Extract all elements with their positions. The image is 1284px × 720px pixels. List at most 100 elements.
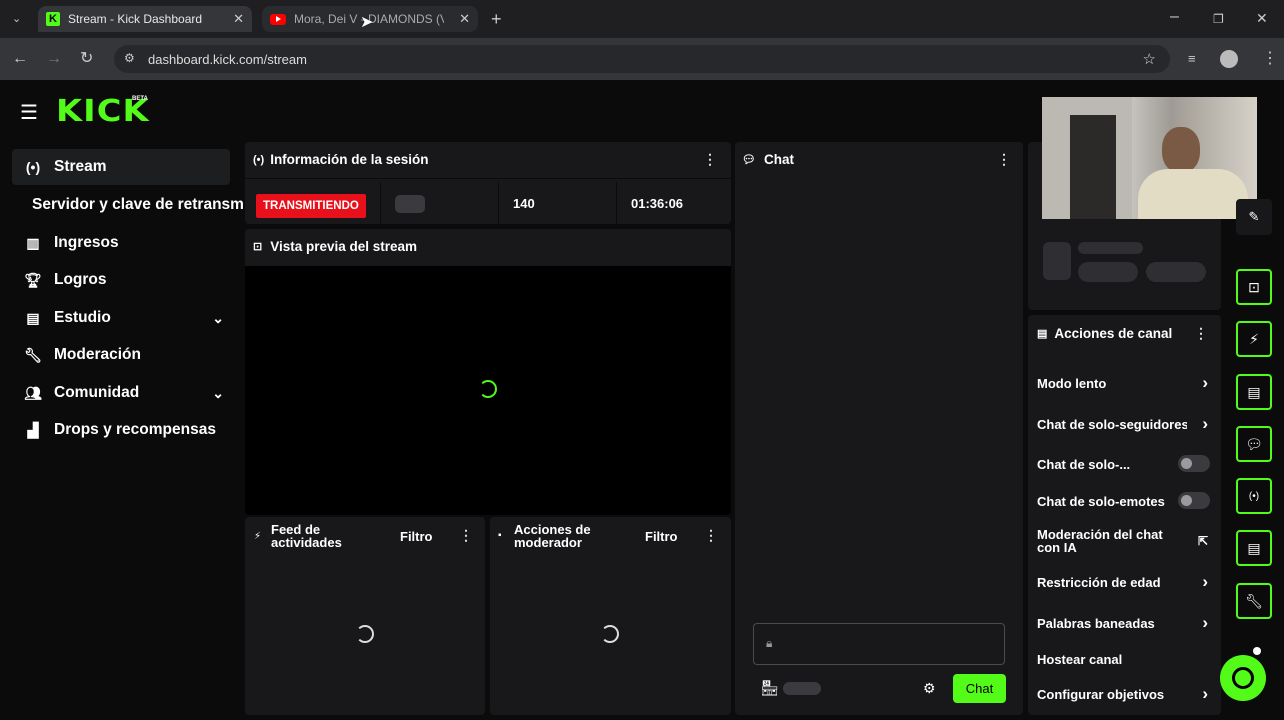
stream-video-area[interactable]: [245, 266, 731, 515]
panel-menu-icon[interactable]: ⋮: [997, 151, 1011, 168]
action-label: Chat de solo-emotes: [1037, 493, 1165, 509]
rail-broadcast-button[interactable]: (•): [1236, 478, 1272, 514]
action-age-restriction[interactable]: Restricción de edad ›: [1037, 572, 1212, 591]
media-control-icon[interactable]: ≡: [1188, 51, 1196, 67]
channel-actions-icon: ▤: [1037, 328, 1048, 340]
sidebar-item-moderacion[interactable]: 🔧︎ Moderación: [12, 337, 230, 373]
chat-panel: 💬︎ Chat ⋮ 🔒︎ 🏪︎ ⚙ Chat: [735, 142, 1023, 715]
panel-title: Chat: [763, 152, 794, 167]
sidebar-item-logros[interactable]: 🏆︎ Logros: [12, 262, 230, 298]
profile-avatar[interactable]: [1220, 50, 1238, 68]
rail-notes-button[interactable]: ▤: [1236, 374, 1272, 410]
rail-moderation-button[interactable]: 🔧︎: [1236, 583, 1272, 619]
action-banned-words[interactable]: Palabras baneadas ›: [1037, 613, 1212, 632]
mod-shield-icon: ▪: [498, 530, 502, 541]
tab-search-icon[interactable]: ⌄: [12, 11, 21, 27]
action-followers-only[interactable]: Chat de solo-seguidores ›: [1037, 414, 1212, 433]
chevron-right-icon: ›: [1202, 373, 1208, 392]
sidebar-item-comunidad[interactable]: 👥︎ Comunidad ⌄: [12, 375, 230, 411]
filter-button[interactable]: Filtro: [645, 529, 678, 544]
subscribers-only-toggle[interactable]: [1178, 455, 1210, 472]
lightning-icon: ⚡︎: [254, 531, 262, 542]
divider: [380, 182, 381, 224]
bookmark-star-icon[interactable]: ☆: [1143, 50, 1156, 68]
rail-activity-button[interactable]: ⚡︎: [1236, 321, 1272, 357]
webcam-door: [1070, 115, 1116, 219]
sidebar-item-ingresos[interactable]: ▥ Ingresos: [12, 225, 230, 261]
points-placeholder: [783, 682, 821, 695]
notification-dot: [1253, 647, 1261, 655]
filter-button[interactable]: Filtro: [400, 529, 433, 544]
divider: [498, 182, 499, 224]
action-label: Chat de solo-...: [1037, 456, 1131, 472]
site-settings-icon[interactable]: ⚙: [124, 51, 135, 65]
url-text: dashboard.kick.com/stream: [148, 51, 307, 67]
action-label: Configurar objetivos: [1037, 686, 1165, 702]
sidebar-item-label: Estudio: [54, 309, 111, 326]
chat-settings-gear-icon[interactable]: ⚙: [923, 680, 936, 697]
chat-bubble-icon: 💬︎: [1245, 435, 1263, 452]
edit-pencil-icon[interactable]: ✎: [1236, 199, 1272, 235]
action-slow-mode[interactable]: Modo lento ›: [1037, 373, 1212, 392]
panel-menu-icon[interactable]: ⋮: [459, 527, 473, 544]
chevron-down-icon: ⌄: [212, 384, 224, 401]
skeleton: [1043, 242, 1071, 280]
close-window-icon[interactable]: ✕: [1256, 10, 1268, 26]
wrench-icon: 🔧︎: [1245, 592, 1263, 609]
lightning-icon: ⚡︎: [1249, 330, 1259, 347]
chat-bubble-icon: 💬︎: [742, 154, 756, 166]
lock-icon: 🔒︎: [766, 636, 773, 650]
rail-chat-button[interactable]: 💬︎: [1236, 426, 1272, 462]
tab-kick-dashboard[interactable]: K Stream - Kick Dashboard ✕: [38, 6, 252, 32]
action-label: Moderación del chat con IA: [1037, 527, 1163, 555]
forward-icon[interactable]: →: [46, 51, 62, 67]
sidebar-item-label: Logros: [54, 271, 107, 288]
hamburger-menu-icon[interactable]: ☰: [20, 100, 38, 125]
support-chat-button[interactable]: [1220, 655, 1266, 701]
broadcast-icon: (•): [1248, 490, 1260, 502]
panel-menu-icon[interactable]: ⋮: [703, 151, 717, 168]
sidebar-item-stream[interactable]: (•) Stream: [12, 149, 230, 185]
maximize-icon[interactable]: ❐: [1213, 11, 1224, 27]
emotes-only-toggle[interactable]: [1178, 492, 1210, 509]
action-set-goals[interactable]: Configurar objetivos ›: [1037, 684, 1212, 703]
chevron-right-icon: ›: [1202, 613, 1208, 632]
browser-menu-icon[interactable]: ⋮: [1262, 51, 1278, 67]
rail-preview-button[interactable]: ⊡: [1236, 269, 1272, 305]
sidebar-item-drops[interactable]: ▟ Drops y recompensas: [12, 412, 230, 448]
action-ai-moderation[interactable]: Moderación del chat con IA ⇱: [1037, 527, 1212, 555]
skeleton: [1078, 242, 1143, 254]
action-host-channel[interactable]: Hostear canal: [1037, 650, 1212, 668]
activity-feed-title: Feed de actividades: [271, 522, 342, 550]
sidebar-item-label: Servidor y clave de retransm: [32, 196, 244, 213]
trophy-icon: 🏆︎: [24, 271, 42, 288]
sidebar-item-label: Ingresos: [54, 234, 119, 251]
new-tab-icon[interactable]: +: [491, 10, 502, 28]
chevron-right-icon: ›: [1202, 684, 1208, 703]
action-label: Modo lento: [1037, 375, 1107, 391]
reload-icon[interactable]: ↻: [80, 51, 93, 67]
send-chat-button[interactable]: Chat: [953, 674, 1006, 703]
sidebar-item-label: Drops y recompensas: [54, 421, 216, 438]
url-bar[interactable]: ⚙ dashboard.kick.com/stream ☆: [114, 45, 1170, 73]
action-label: Chat de solo-seguidores: [1037, 416, 1187, 432]
sidebar-item-estudio[interactable]: ▤ Estudio ⌄: [12, 300, 230, 336]
external-link-icon: ⇱: [1197, 533, 1208, 548]
divider: [616, 182, 617, 224]
sidebar-item-server-key[interactable]: Servidor y clave de retransm: [26, 187, 244, 223]
chat-input[interactable]: 🔒︎: [753, 623, 1005, 665]
panel-title: Vista previa del stream: [270, 239, 418, 254]
back-icon[interactable]: ←: [12, 51, 28, 67]
store-icon[interactable]: 🏪︎: [760, 679, 779, 697]
category-placeholder: [395, 195, 425, 213]
sidebar-item-label: Comunidad: [54, 384, 140, 401]
close-tab-icon[interactable]: ✕: [233, 11, 244, 27]
chevron-down-icon: ⌄: [212, 309, 224, 326]
minimize-icon[interactable]: –: [1170, 9, 1179, 25]
channel-actions-header: ▤ Acciones de canal: [1037, 326, 1172, 341]
panel-menu-icon[interactable]: ⋮: [1194, 325, 1208, 342]
rail-channel-actions-button[interactable]: ▤: [1236, 530, 1272, 566]
close-tab-icon[interactable]: ✕: [459, 11, 470, 27]
panel-menu-icon[interactable]: ⋮: [704, 527, 718, 544]
loading-spinner-icon: [356, 625, 374, 643]
